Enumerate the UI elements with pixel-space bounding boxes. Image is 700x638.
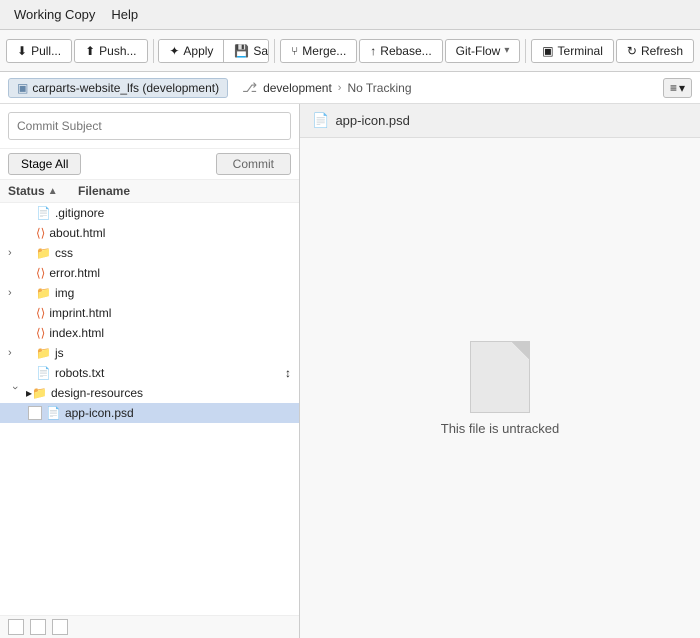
- folder-expand-icon: ›: [8, 347, 22, 359]
- pull-icon: ⬇: [17, 44, 27, 58]
- save-icon: 💾: [234, 44, 249, 58]
- file-list-header: Status ▲ Filename: [0, 180, 299, 203]
- apply-button[interactable]: ✦ Apply: [159, 40, 224, 62]
- file-preview-placeholder: [470, 341, 530, 413]
- folder-open-icon: 📁: [32, 386, 47, 400]
- list-item[interactable]: 📄 robots.txt ↕: [0, 363, 299, 383]
- list-item[interactable]: › 📁 img: [0, 283, 299, 303]
- checkbox-c[interactable]: [52, 619, 68, 635]
- right-panel: 📄 app-icon.psd This file is untracked: [300, 104, 700, 638]
- list-item[interactable]: ⟨⟩ error.html: [0, 263, 299, 283]
- chevron-down-icon: ▾: [679, 81, 685, 95]
- html-icon: ⟨⟩: [36, 306, 45, 320]
- save-button[interactable]: 💾 Save: [224, 40, 269, 62]
- psd-icon: 📄: [46, 406, 61, 420]
- commit-button[interactable]: Commit: [216, 153, 291, 175]
- right-panel-content: This file is untracked: [300, 138, 700, 638]
- list-item[interactable]: › 📁 css: [0, 243, 299, 263]
- commit-input-area: [0, 104, 299, 149]
- right-file-icon: 📄: [312, 112, 329, 129]
- stage-all-button[interactable]: Stage All: [8, 153, 81, 175]
- list-item[interactable]: 📄 .gitignore: [0, 203, 299, 223]
- list-item[interactable]: › ▸ 📁 design-resources: [0, 383, 299, 403]
- branchbar: ▣ carparts-website_lfs (development) ⎇ d…: [0, 72, 700, 104]
- push-button[interactable]: ⬆ Push...: [74, 39, 147, 63]
- branch-menu-button[interactable]: ≡ ▾: [663, 78, 692, 98]
- refresh-button[interactable]: ↻ Refresh: [616, 39, 694, 63]
- toolbar: ⬇ Pull... ⬆ Push... ✦ Apply 💾 Save ⑂ Mer…: [0, 30, 700, 72]
- list-item[interactable]: ⟨⟩ imprint.html: [0, 303, 299, 323]
- checkbox-b[interactable]: [30, 619, 46, 635]
- folder-expand-icon: ›: [9, 386, 21, 400]
- right-panel-header: 📄 app-icon.psd: [300, 104, 700, 138]
- list-item[interactable]: 📄 app-icon.psd: [0, 403, 299, 423]
- menu-working-copy[interactable]: Working Copy: [6, 5, 103, 24]
- filename-column-header: Filename: [78, 184, 130, 198]
- apply-save-group: ✦ Apply 💾 Save: [158, 39, 269, 63]
- file-list: 📄 .gitignore ⟨⟩ about.html › 📁 css ⟨⟩ er…: [0, 203, 299, 615]
- folder-expand-icon: ›: [8, 287, 22, 299]
- gitflow-arrow-icon: ▾: [504, 45, 509, 56]
- apply-icon: ✦: [169, 44, 179, 58]
- hamburger-icon: ≡: [670, 81, 677, 95]
- repo-icon: ▣: [17, 81, 28, 95]
- html-icon: ⟨⟩: [36, 326, 45, 340]
- folder-expand-icon: ›: [8, 247, 22, 259]
- menu-help[interactable]: Help: [103, 5, 146, 24]
- branch-path-chevron: ›: [338, 82, 342, 94]
- stage-commit-row: Stage All Commit: [0, 149, 299, 180]
- separator: [274, 39, 275, 63]
- folder-icon: 📁: [36, 246, 51, 260]
- untracked-label: This file is untracked: [441, 421, 560, 436]
- separator: [153, 39, 154, 63]
- commit-subject-input[interactable]: [8, 112, 291, 140]
- merge-icon: ⑂: [291, 44, 298, 58]
- folder-icon: 📁: [36, 286, 51, 300]
- list-item[interactable]: › 📁 js: [0, 343, 299, 363]
- cursor-icon: ↕: [285, 366, 291, 380]
- main-content: Stage All Commit Status ▲ Filename 📄 .gi…: [0, 104, 700, 638]
- separator: [525, 39, 526, 63]
- select-all-checkbox[interactable]: [8, 619, 24, 635]
- rebase-icon: ↑: [370, 44, 376, 58]
- rebase-button[interactable]: ↑ Rebase...: [359, 39, 442, 63]
- repo-tab[interactable]: ▣ carparts-website_lfs (development): [8, 78, 228, 98]
- html-icon: ⟨⟩: [36, 226, 45, 240]
- push-icon: ⬆: [85, 44, 95, 58]
- right-filename: app-icon.psd: [335, 113, 409, 128]
- gitflow-button[interactable]: Git-Flow ▾: [445, 39, 521, 63]
- terminal-button[interactable]: ▣ Terminal: [531, 39, 614, 63]
- menubar: Working Copy Help: [0, 0, 700, 30]
- folder-icon: 📁: [36, 346, 51, 360]
- status-column-header[interactable]: Status ▲: [8, 184, 78, 198]
- branch-icon: ⎇: [242, 80, 257, 96]
- refresh-icon: ↻: [627, 44, 637, 58]
- bottom-controls-row: [0, 615, 299, 638]
- file-icon: 📄: [36, 206, 51, 220]
- html-icon: ⟨⟩: [36, 266, 45, 280]
- file-checkbox[interactable]: [28, 406, 42, 420]
- list-item[interactable]: ⟨⟩ index.html: [0, 323, 299, 343]
- pull-button[interactable]: ⬇ Pull...: [6, 39, 72, 63]
- terminal-icon: ▣: [542, 44, 553, 58]
- txt-icon: 📄: [36, 366, 51, 380]
- left-panel: Stage All Commit Status ▲ Filename 📄 .gi…: [0, 104, 300, 638]
- list-item[interactable]: ⟨⟩ about.html: [0, 223, 299, 243]
- branch-path: ⎇ development › No Tracking: [234, 80, 657, 96]
- merge-button[interactable]: ⑂ Merge...: [280, 39, 357, 63]
- sort-icon: ▲: [48, 186, 58, 197]
